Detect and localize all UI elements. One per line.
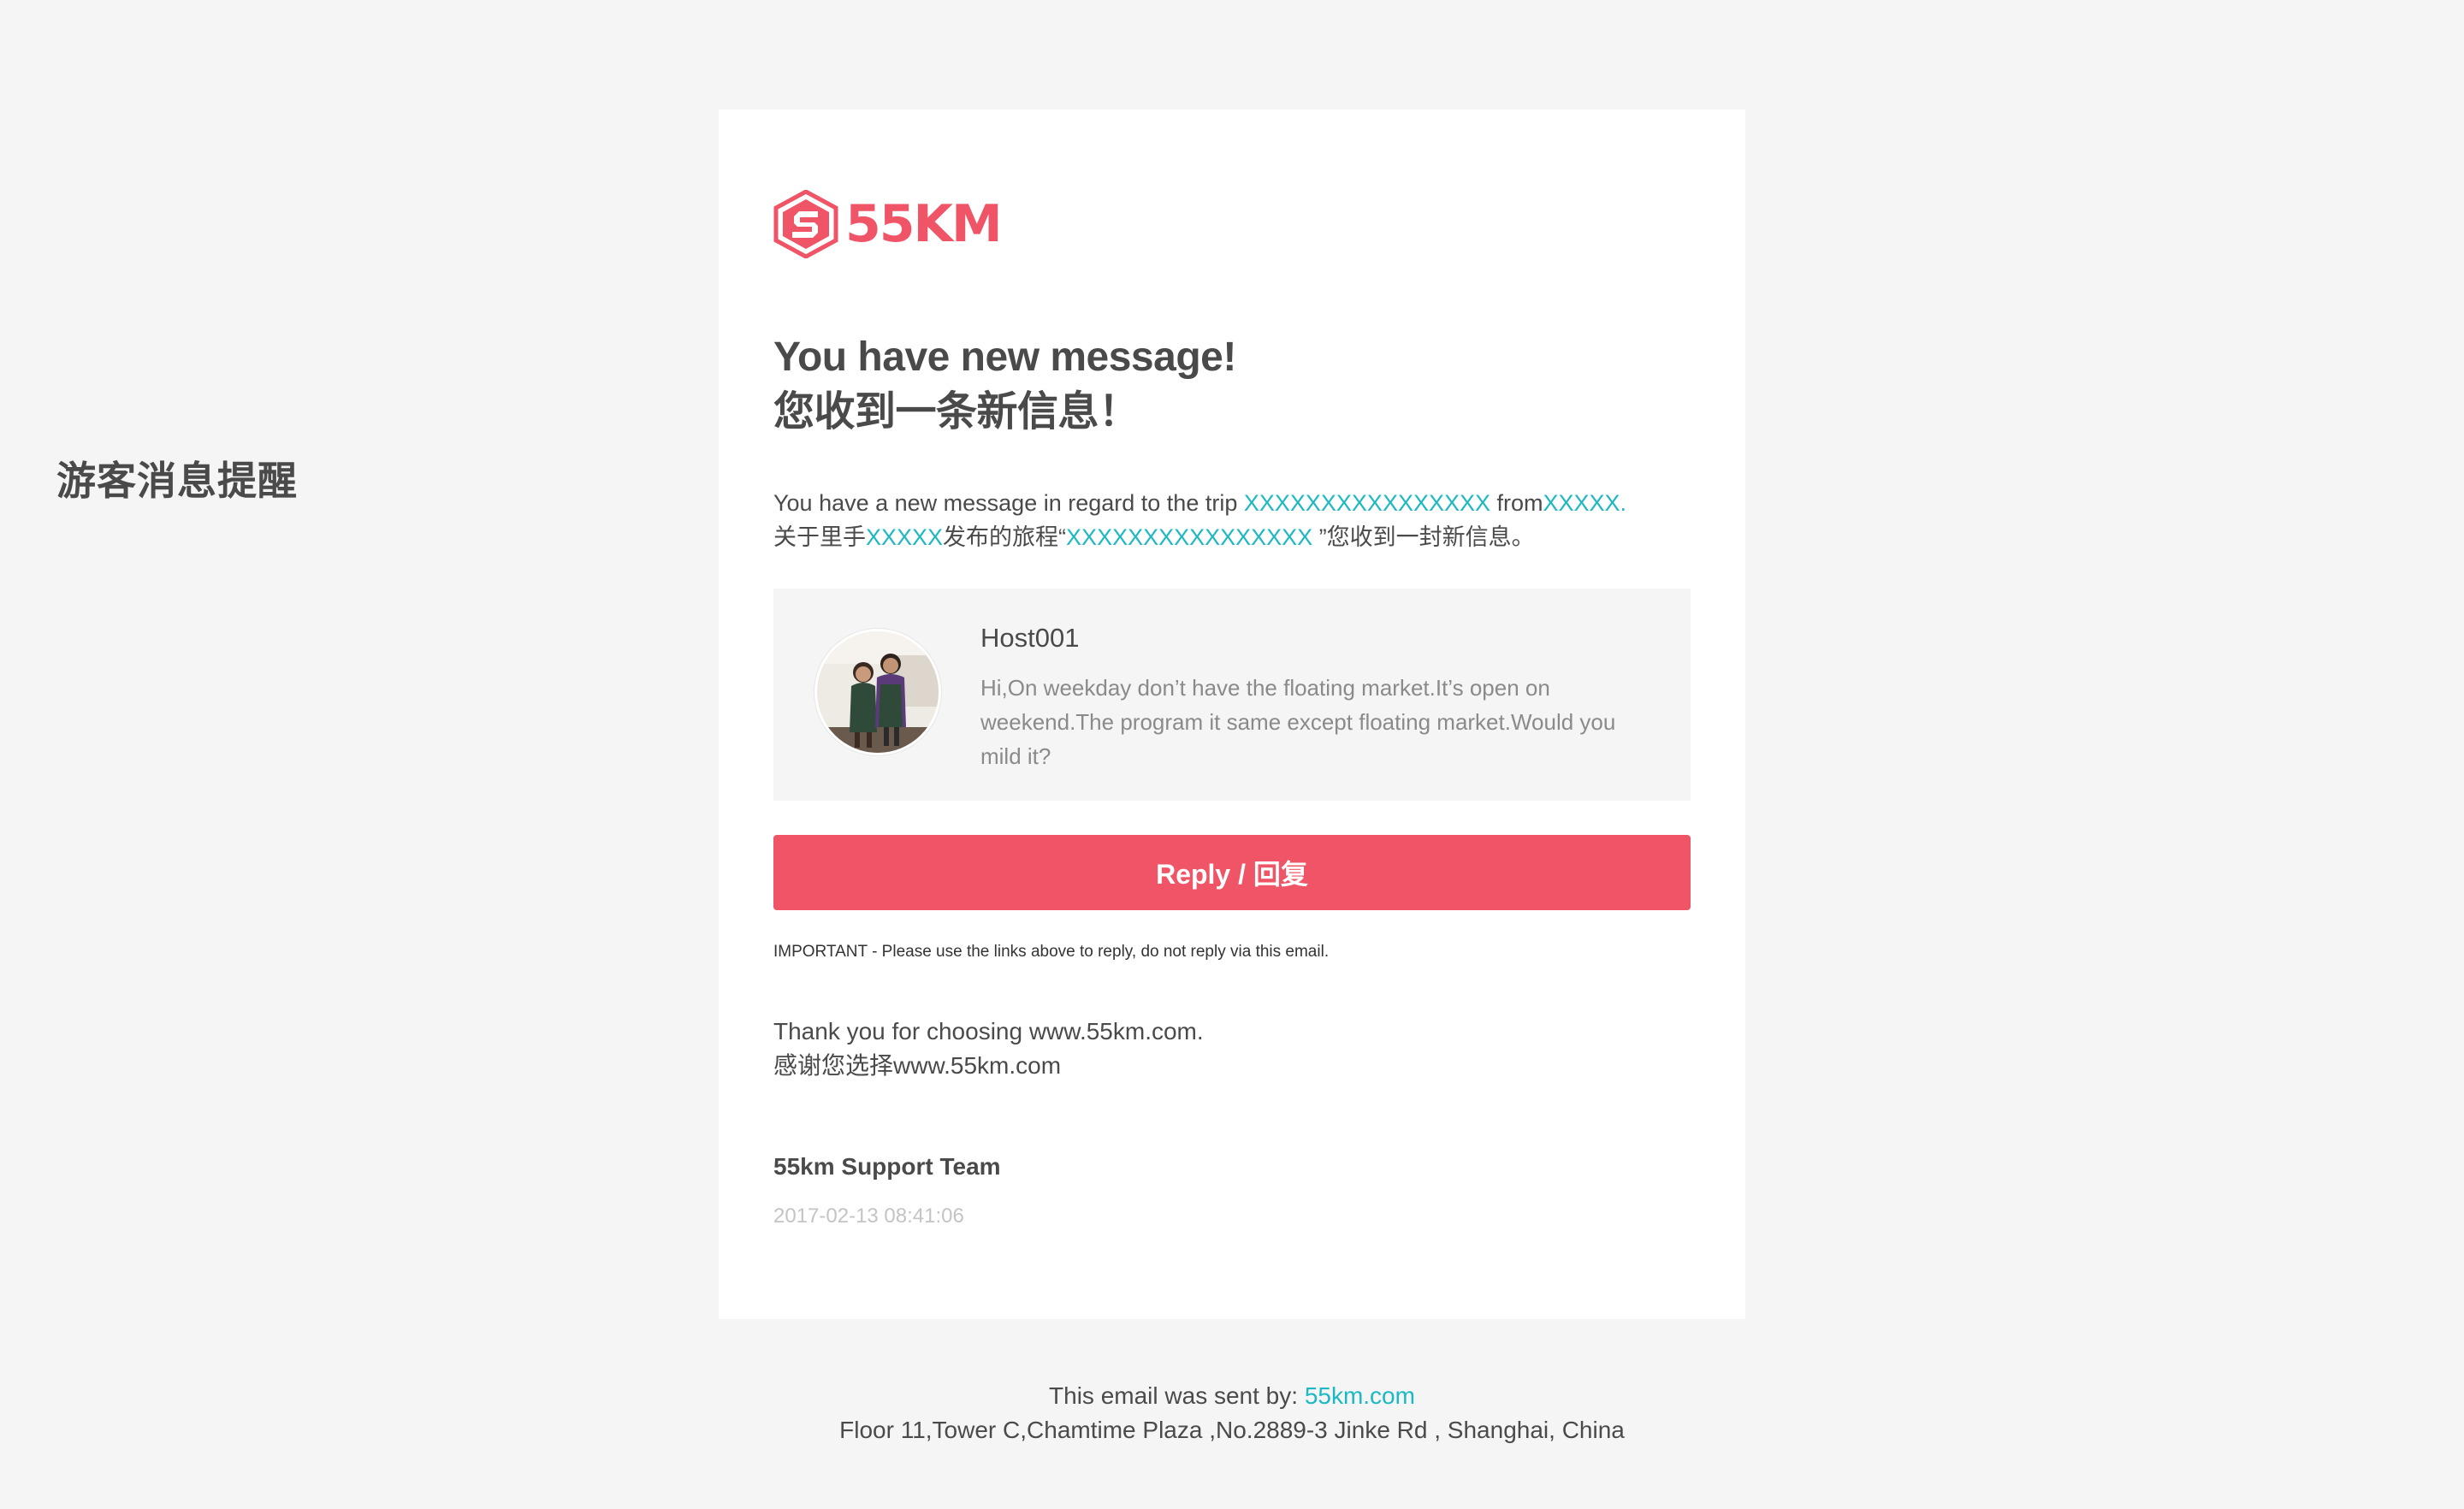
reply-button[interactable]: Reply / 回复	[773, 835, 1691, 910]
timestamp: 2017-02-13 08:41:06	[773, 1204, 964, 1228]
host-name: Host001	[980, 623, 1080, 653]
intro-en-from: from	[1490, 490, 1543, 516]
sent-by-label: This email was sent by:	[1049, 1382, 1305, 1409]
thanks-text: Thank you for choosing www.55km.com. 感谢您…	[773, 1015, 1204, 1083]
sent-by-line: This email was sent by: 55km.com	[0, 1379, 2464, 1413]
intro-en-prefix: You have a new message in regard to the …	[773, 490, 1244, 516]
intro-zh-suffix: ”您收到一封新信息。	[1312, 524, 1535, 550]
trip-link-zh[interactable]: XXXXXXXXXXXXXXXX	[1066, 524, 1312, 550]
host-photo-icon	[817, 631, 939, 753]
email-footer: This email was sent by: 55km.com Floor 1…	[0, 1379, 2464, 1447]
email-card: 55KM You have new message! 您收到一条新信息！ You…	[719, 109, 1745, 1319]
host-link-zh[interactable]: XXXXX	[866, 524, 943, 550]
thanks-zh: 感谢您选择www.55km.com	[773, 1052, 1062, 1079]
host-link[interactable]: XXXXX.	[1543, 490, 1627, 516]
55km-logo-icon	[773, 190, 838, 258]
trip-link[interactable]: XXXXXXXXXXXXXXXX	[1244, 490, 1490, 516]
intro-zh-mid: 发布的旅程“	[943, 524, 1067, 550]
sent-by-link[interactable]: 55km.com	[1305, 1382, 1415, 1409]
intro-en: You have a new message in regard to the …	[773, 486, 1626, 520]
important-note: IMPORTANT - Please use the links above t…	[773, 943, 1330, 961]
brand-wordmark: 55KM	[845, 194, 1003, 254]
intro-text: You have a new message in regard to the …	[773, 486, 1626, 554]
intro-zh: 关于里手XXXXX发布的旅程“XXXXXXXXXXXXXXXX ”您收到一封新信…	[773, 520, 1626, 554]
avatar	[814, 629, 941, 755]
intro-zh-prefix: 关于里手	[773, 524, 866, 550]
message-preview: Host001 Hi,On weekday don’t have the flo…	[773, 589, 1691, 801]
headline-en: You have new message!	[773, 334, 1236, 380]
message-text: Hi,On weekday don’t have the floating ma…	[980, 675, 1616, 769]
page-title: You have new message! 您收到一条新信息！	[773, 330, 1236, 440]
signature: 55km Support Team	[773, 1153, 1001, 1180]
side-label: 游客消息提醒	[56, 458, 298, 504]
thanks-en: Thank you for choosing www.55km.com.	[773, 1018, 1204, 1044]
brand-logo: 55KM	[773, 190, 1003, 258]
footer-address: Floor 11,Tower C,Chamtime Plaza ,No.2889…	[839, 1417, 1625, 1443]
headline-zh: 您收到一条新信息！	[773, 389, 1140, 435]
